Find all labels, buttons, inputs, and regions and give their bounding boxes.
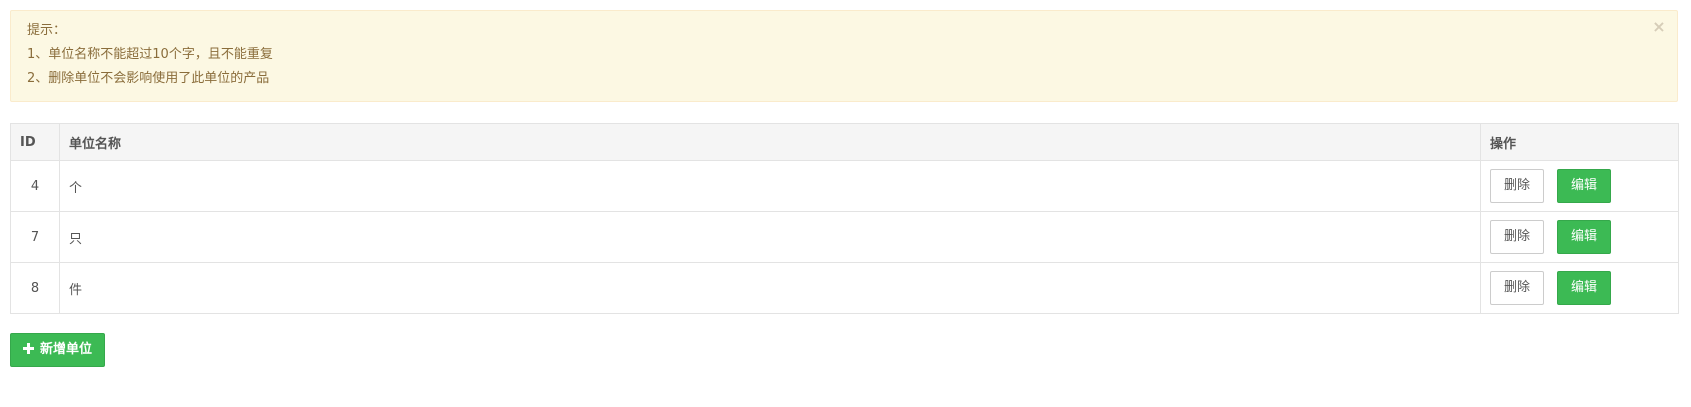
edit-button[interactable]: 编辑 [1557,169,1611,203]
alert-title: 提示： [27,23,67,38]
cell-id: 7 [10,211,60,263]
cell-unit-name: 件 [59,262,1481,314]
notice-alert: 提示： 1、单位名称不能超过10个字，且不能重复 2、删除单位不会影响使用了此单… [10,10,1678,102]
add-unit-label: 新增单位 [40,342,93,357]
unit-table: ID 单位名称 操作 4 个 删除 编辑 7 只 删除 编辑 8 件 删除 编辑 [10,123,1679,314]
cell-operations: 删除 编辑 [1480,211,1679,263]
alert-line-2: 2、删除单位不会影响使用了此单位的产品 [27,71,270,86]
unit-management-page: 提示： 1、单位名称不能超过10个字，且不能重复 2、删除单位不会影响使用了此单… [0,0,1691,407]
table-row: 4 个 删除 编辑 [10,160,1679,212]
add-unit-button[interactable]: 新增单位 [10,333,106,367]
edit-button[interactable]: 编辑 [1557,220,1611,254]
delete-button[interactable]: 删除 [1490,169,1544,203]
cell-unit-name: 个 [59,160,1481,212]
header-operations: 操作 [1480,123,1679,161]
table-row: 7 只 删除 编辑 [10,211,1679,263]
cell-id: 8 [10,262,60,314]
cell-id: 4 [10,160,60,212]
plus-icon [23,343,34,354]
header-id: ID [10,123,60,161]
edit-button[interactable]: 编辑 [1557,271,1611,305]
table-header-row: ID 单位名称 操作 [10,123,1679,161]
close-icon[interactable]: × [1651,19,1667,35]
delete-button[interactable]: 删除 [1490,271,1544,305]
alert-line-1: 1、单位名称不能超过10个字，且不能重复 [27,47,273,62]
cell-operations: 删除 编辑 [1480,262,1679,314]
header-unit-name: 单位名称 [59,123,1481,161]
table-row: 8 件 删除 编辑 [10,262,1679,314]
delete-button[interactable]: 删除 [1490,220,1544,254]
cell-unit-name: 只 [59,211,1481,263]
cell-operations: 删除 编辑 [1480,160,1679,212]
